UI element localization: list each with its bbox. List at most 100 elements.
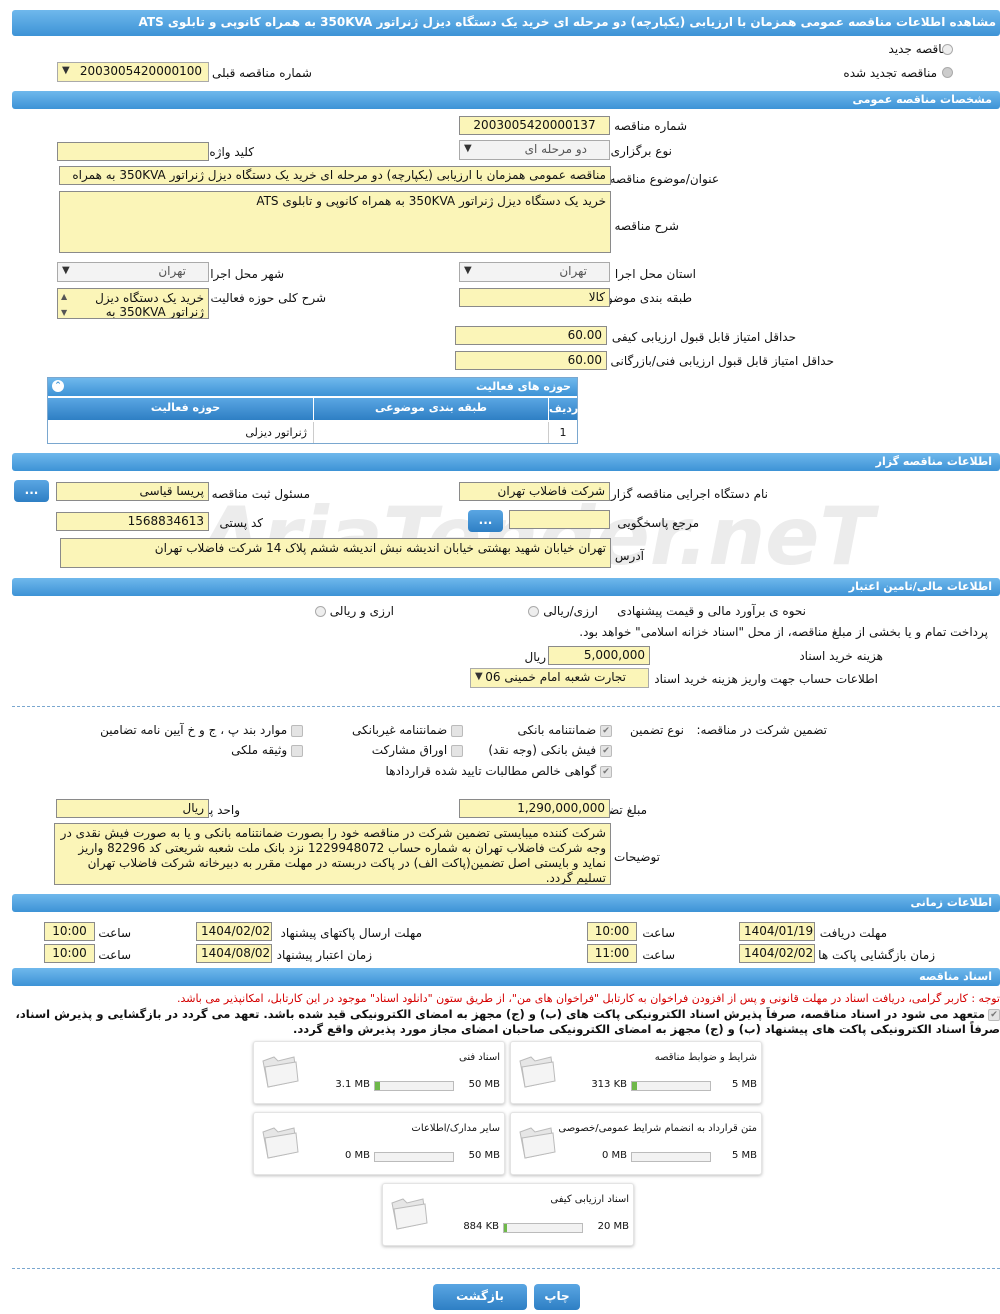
progress-fill xyxy=(504,1224,508,1232)
account-select[interactable]: تجارت شعبه امام خمینی 06 ▼ xyxy=(470,668,649,688)
activity-desc-field[interactable]: خرید یک دستگاه دیزل ژنراتور 350KVA به هم… xyxy=(57,288,209,319)
send-date[interactable]: 1404/02/02 xyxy=(196,922,272,941)
guarantee-type-label: نوع تضمین xyxy=(630,723,684,737)
documents-section-header: اسناد مناقصه xyxy=(12,968,1000,986)
chevron-down-icon: ▼ xyxy=(62,65,70,76)
postal-field[interactable]: 1568834613 xyxy=(56,512,209,531)
open-date[interactable]: 1404/02/02 xyxy=(739,944,815,963)
time-label: ساعت xyxy=(642,926,675,940)
scroll-down-icon[interactable]: ▼ xyxy=(61,306,67,318)
checkbox-icon[interactable] xyxy=(451,724,463,737)
commitment-text-1: ✔متعهد می شود در اسناد مناقصه، صرفاً پذی… xyxy=(0,1007,1000,1021)
min-tech-field[interactable]: 60.00 xyxy=(455,351,607,370)
receive-date[interactable]: 1404/01/19 xyxy=(739,922,815,941)
file-tile[interactable]: اسناد فنی 3.1 MB 50 MB xyxy=(253,1041,505,1104)
address-label: آدرس xyxy=(614,549,644,563)
row-category xyxy=(313,422,548,443)
general-section-header: مشخصات مناقصه عمومی xyxy=(12,91,1000,109)
city-select[interactable]: تهران ▼ xyxy=(57,262,209,282)
guarantee-opt-property[interactable]: وثیقه ملکی xyxy=(231,743,303,757)
checkbox-icon[interactable] xyxy=(451,744,463,757)
file-tile[interactable]: اسناد ارزیابی کیفی 884 KB 20 MB xyxy=(382,1183,634,1246)
time-label: ساعت xyxy=(98,926,131,940)
officer-more-button[interactable]: ... xyxy=(14,480,49,502)
guarantee-opt-rules[interactable]: موارد بند پ ، ج و خ آیین نامه تضامین xyxy=(100,723,303,737)
new-tender-radio[interactable] xyxy=(942,44,953,55)
ref-field[interactable] xyxy=(509,510,610,529)
guarantee-opt-nonbank[interactable]: ضمانتنامه غیربانکی xyxy=(352,723,463,737)
activity-table: حوزه های فعالیت ⌃ ردیف طبقه بندی موضوعی … xyxy=(47,377,578,444)
col-field: حوزه فعالیت xyxy=(150,401,221,414)
estimate-option-2[interactable]: ارزی و ریالی xyxy=(314,604,394,618)
guarantee-opt-bank[interactable]: ✔ ضمانتنامه بانکی xyxy=(518,723,612,737)
renewed-tender-radio[interactable] xyxy=(942,67,953,78)
file-max: 20 MB xyxy=(597,1221,629,1232)
timing-section-header: اطلاعات زمانی xyxy=(12,894,1000,912)
doc-fee-label: هزینه خرید اسناد xyxy=(799,649,883,663)
doc-fee-field[interactable]: 5,000,000 xyxy=(548,646,650,665)
address-field[interactable]: تهران خیابان شهید بهشتی خیابان اندیشه نب… xyxy=(60,538,611,568)
category-field[interactable]: کالا xyxy=(459,288,610,307)
time-label: ساعت xyxy=(642,948,675,962)
tender-number-field[interactable]: 2003005420000137 xyxy=(459,116,610,135)
officer-label: مسئول ثبت مناقصه xyxy=(211,487,310,501)
checkbox-icon[interactable]: ✔ xyxy=(988,1008,1000,1021)
file-size: 0 MB xyxy=(344,1150,370,1161)
officer-field[interactable]: پریسا قیاسی xyxy=(56,482,209,501)
valid-date[interactable]: 1404/08/02 xyxy=(196,944,272,963)
file-tile[interactable]: سایر مدارک/اطلاعات 0 MB 50 MB xyxy=(253,1112,505,1175)
valid-label: زمان اعتبار پیشنهاد xyxy=(276,948,372,962)
estimate-label: نحوه ی برآورد مالی و قیمت پیشنهادی xyxy=(617,604,806,618)
open-time[interactable]: 11:00 xyxy=(587,944,637,963)
divider xyxy=(12,1268,1000,1269)
holding-type-select[interactable]: دو مرحله ای ▼ xyxy=(459,140,610,160)
ref-more-button[interactable]: ... xyxy=(468,510,503,532)
city-label: شهر محل اجرا xyxy=(210,267,284,281)
page-title: مشاهده اطلاعات مناقصه عمومی همزمان با ار… xyxy=(12,10,1000,36)
guarantee-opt-claims[interactable]: ✔ گواهی خالص مطالبات تایید شده قراردادها xyxy=(386,764,612,778)
amount-field[interactable]: 1,290,000,000 xyxy=(459,799,610,818)
financial-section-header: اطلاعات مالی/تامین اعتبار xyxy=(12,578,1000,596)
file-tile[interactable]: متن قرارداد به انضمام شرایط عمومی/خصوصی … xyxy=(510,1112,762,1175)
folder-icon xyxy=(262,1127,299,1159)
checkbox-icon[interactable]: ✔ xyxy=(600,744,612,757)
checkbox-icon[interactable] xyxy=(291,744,303,757)
number-label: شماره مناقصه xyxy=(614,119,687,133)
collapse-icon[interactable]: ⌃ xyxy=(52,380,64,392)
province-select[interactable]: تهران ▼ xyxy=(459,262,610,282)
row-number: 1 xyxy=(548,422,577,443)
receive-time[interactable]: 10:00 xyxy=(587,922,637,941)
scroll-up-icon[interactable]: ▲ xyxy=(61,290,67,304)
print-button[interactable]: چاپ xyxy=(534,1284,580,1310)
renewed-tender-label: مناقصه تجدید شده xyxy=(843,66,937,80)
file-size: 0 MB xyxy=(601,1150,627,1161)
time-label: ساعت xyxy=(98,948,131,962)
file-tile[interactable]: شرایط و ضوابط مناقصه 313 KB 5 MB xyxy=(510,1041,762,1104)
currency-field[interactable]: ریال xyxy=(56,799,209,818)
checkbox-icon[interactable]: ✔ xyxy=(600,765,612,778)
radio-icon[interactable] xyxy=(528,606,540,617)
desc-field[interactable]: خرید یک دستگاه دیزل ژنراتور 350KVA به هم… xyxy=(59,191,611,253)
subject-label: عنوان/موضوع مناقصه xyxy=(609,172,719,186)
file-max: 5 MB xyxy=(731,1150,757,1161)
subject-field[interactable]: مناقصه عمومی همزمان با ارزیابی (یکپارچه)… xyxy=(59,166,611,185)
commitment-text-2: صرفاً اسناد الکترونیکی پاکت های پیشنهاد … xyxy=(293,1022,1000,1036)
org-field[interactable]: شرکت فاضلاب تهران xyxy=(459,482,610,501)
send-time[interactable]: 10:00 xyxy=(44,922,95,941)
folder-icon xyxy=(519,1056,556,1088)
open-label: زمان بازگشایی پاکت ها xyxy=(818,948,935,962)
checkbox-icon[interactable]: ✔ xyxy=(600,724,612,737)
radio-icon[interactable] xyxy=(314,606,326,617)
guarantee-opt-cash[interactable]: ✔ فیش بانکی (وجه نقد) xyxy=(488,743,612,757)
guarantee-opt-bonds[interactable]: اوراق مشارکت xyxy=(372,743,463,757)
min-quality-field[interactable]: 60.00 xyxy=(455,326,607,345)
estimate-option-1[interactable]: ارزی/ریالی xyxy=(528,604,598,618)
notes-field[interactable]: شرکت کننده میبایستی تضمین شرکت در مناقصه… xyxy=(54,823,611,885)
valid-time[interactable]: 10:00 xyxy=(44,944,95,963)
prev-number-select[interactable]: 2003005420000100 ▼ xyxy=(57,62,209,82)
keyword-input[interactable] xyxy=(57,142,209,161)
org-label: نام دستگاه اجرایی مناقصه گزار xyxy=(610,487,768,501)
treasury-option[interactable]: پرداخت تمام و یا بخشی از مبلغ مناقصه، از… xyxy=(579,625,988,639)
back-button[interactable]: بازگشت xyxy=(433,1284,527,1310)
checkbox-icon[interactable] xyxy=(291,724,303,737)
